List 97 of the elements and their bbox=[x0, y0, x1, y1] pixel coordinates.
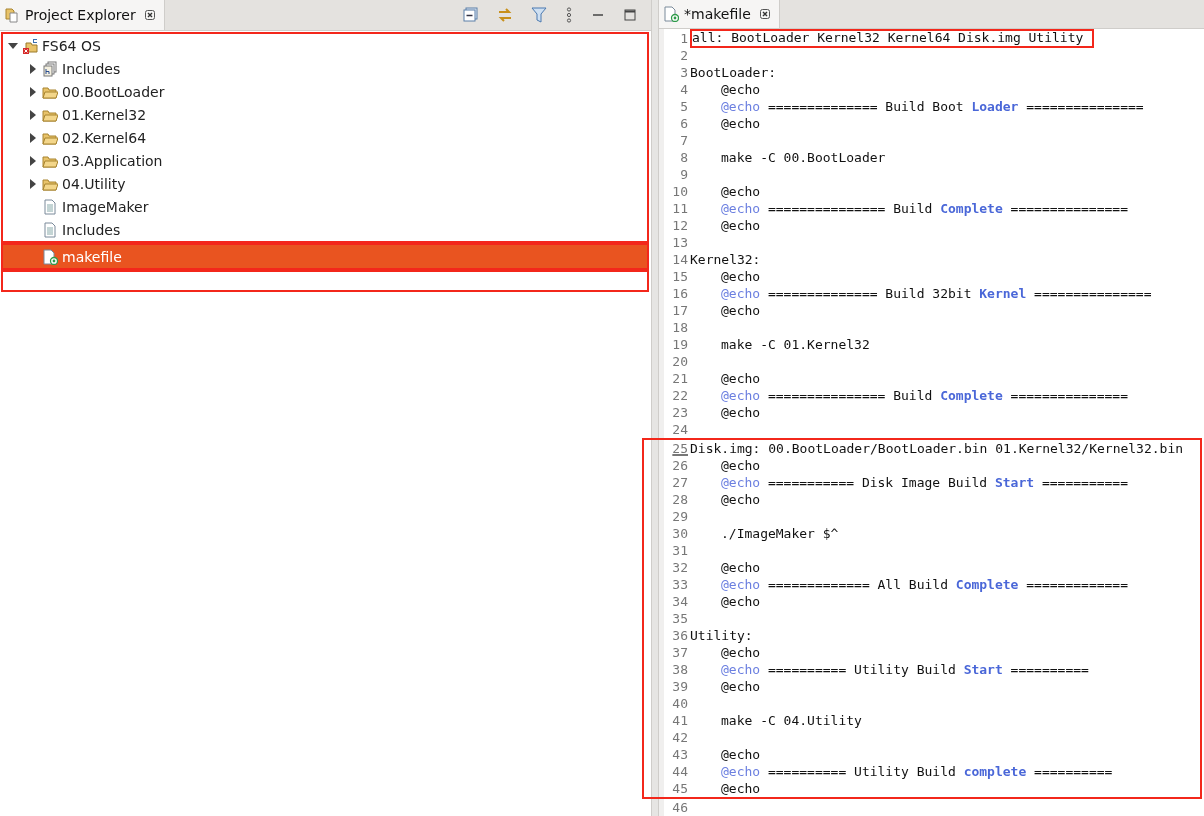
line-number: 30 bbox=[671, 525, 689, 542]
code-line: Disk.img: 00.BootLoader/BootLoader.bin 01.Kernel32/Kernel32.bin bbox=[690, 440, 1184, 457]
line-number: 13 bbox=[671, 234, 689, 251]
line-number: 5 bbox=[679, 98, 689, 115]
code-line: @echo =============== Build Complete =============== bbox=[721, 387, 1128, 404]
tree-item[interactable]: ImageMaker bbox=[3, 195, 647, 218]
code-line: @echo ============== Build 32bit Kernel =============== bbox=[721, 285, 1152, 302]
line-number: 17 bbox=[671, 302, 689, 319]
code-line: make -C 01.Kernel32 bbox=[721, 336, 870, 353]
code-line: @echo bbox=[721, 217, 761, 234]
line-number: 27 bbox=[671, 474, 689, 491]
code-line: @echo ========== Utility Build complete ========== bbox=[721, 763, 1113, 780]
line-number: 21 bbox=[671, 370, 689, 387]
line-number: 18 bbox=[671, 319, 689, 336]
code-line: @echo bbox=[721, 491, 761, 508]
code-line: @echo bbox=[721, 678, 761, 695]
code-line: @echo bbox=[721, 644, 761, 661]
editor-tab[interactable]: *makefile bbox=[659, 0, 780, 28]
code-line: @echo bbox=[721, 559, 761, 576]
line-number: 32 bbox=[671, 559, 689, 576]
code-line: @echo bbox=[721, 370, 761, 387]
tree-item[interactable]: 00.BootLoader bbox=[3, 80, 647, 103]
tree-item[interactable]: FS64 OS bbox=[3, 34, 647, 57]
line-number: 44 bbox=[671, 763, 689, 780]
tree-item[interactable]: 03.Application bbox=[3, 149, 647, 172]
line-number: 20 bbox=[671, 353, 689, 370]
code-line: @echo ============= All Build Complete ============= bbox=[721, 576, 1128, 593]
tree-item[interactable]: 04.Utility bbox=[3, 172, 647, 195]
code-line: BootLoader: bbox=[690, 64, 777, 81]
line-number: 40 bbox=[671, 695, 689, 712]
line-number: 33 bbox=[671, 576, 689, 593]
line-number: 19 bbox=[671, 336, 689, 353]
code-line: @echo bbox=[721, 115, 761, 132]
code-line: @echo bbox=[721, 302, 761, 319]
line-number: 24 bbox=[671, 421, 689, 438]
line-number: 39 bbox=[671, 678, 689, 695]
code-line: @echo ========== Utility Build Start ========== bbox=[721, 661, 1089, 678]
line-number: 31 bbox=[671, 542, 689, 559]
line-number: 36 bbox=[671, 627, 689, 644]
view-tab[interactable]: Project Explorer bbox=[0, 0, 165, 30]
close-icon[interactable] bbox=[758, 8, 771, 20]
line-number: 26 bbox=[671, 457, 689, 474]
code-line: @echo bbox=[721, 268, 761, 285]
line-number: 7 bbox=[679, 132, 689, 149]
tree-item[interactable]: Includes bbox=[3, 57, 647, 80]
line-number: 11 bbox=[671, 200, 689, 217]
line-number: 22 bbox=[671, 387, 689, 404]
line-number: 43 bbox=[671, 746, 689, 763]
explorer-icon bbox=[4, 7, 20, 23]
code-line: make -C 04.Utility bbox=[721, 712, 862, 729]
line-number: 28 bbox=[671, 491, 689, 508]
code-line: @echo bbox=[721, 404, 761, 421]
tree-item[interactable]: 01.Kernel32 bbox=[3, 103, 647, 126]
line-number: 3 bbox=[679, 64, 689, 81]
tree-item[interactable]: Includes bbox=[3, 218, 647, 241]
tree-item[interactable]: 02.Kernel64 bbox=[3, 126, 647, 149]
line-number: 42 bbox=[671, 729, 689, 746]
line-number: 41 bbox=[671, 712, 689, 729]
line-number: 9 bbox=[679, 166, 689, 183]
line-number: 6 bbox=[679, 115, 689, 132]
code-line: @echo bbox=[721, 593, 761, 610]
line-number: 29 bbox=[671, 508, 689, 525]
code-line: Kernel32: bbox=[690, 251, 761, 268]
line-number: 15 bbox=[671, 268, 689, 285]
line-number: 35 bbox=[671, 610, 689, 627]
code-line: @echo =============== Build Complete =============== bbox=[721, 200, 1128, 217]
line-number: 8 bbox=[679, 149, 689, 166]
code-line: @echo =========== Disk Image Build Start =========== bbox=[721, 474, 1128, 491]
code-line: @echo bbox=[721, 457, 761, 474]
line-number: 14 bbox=[671, 251, 689, 268]
maximize-icon[interactable] bbox=[623, 8, 637, 22]
code-line: make -C 00.BootLoader bbox=[721, 149, 886, 166]
line-number: 16 bbox=[671, 285, 689, 302]
line-number: 4 bbox=[679, 81, 689, 98]
collapse-all-icon[interactable] bbox=[463, 7, 479, 23]
code-line: @echo bbox=[721, 780, 761, 797]
line-number: 46 bbox=[671, 799, 689, 816]
view-menu-icon[interactable] bbox=[565, 7, 573, 23]
close-icon[interactable] bbox=[143, 9, 156, 21]
line-number: 38 bbox=[671, 661, 689, 678]
line-number: 2 bbox=[679, 47, 689, 64]
line-number: 34 bbox=[671, 593, 689, 610]
line-number: 23 bbox=[671, 404, 689, 421]
line-number: 1 bbox=[679, 30, 689, 47]
makefile-icon bbox=[663, 6, 679, 22]
code-line: @echo ============== Build Boot Loader =============== bbox=[721, 98, 1144, 115]
code-line: ./ImageMaker $^ bbox=[721, 525, 839, 542]
line-number: 10 bbox=[671, 183, 689, 200]
code-line: @echo bbox=[721, 81, 761, 98]
line-number: 45 bbox=[671, 780, 689, 797]
line-number: 25 bbox=[671, 440, 689, 457]
line-number: 12 bbox=[671, 217, 689, 234]
line-number: 37 bbox=[671, 644, 689, 661]
code-line: Utility: bbox=[690, 627, 753, 644]
tree-item[interactable]: makefile bbox=[3, 245, 647, 268]
code-line: @echo bbox=[721, 183, 761, 200]
code-line: @echo bbox=[721, 746, 761, 763]
